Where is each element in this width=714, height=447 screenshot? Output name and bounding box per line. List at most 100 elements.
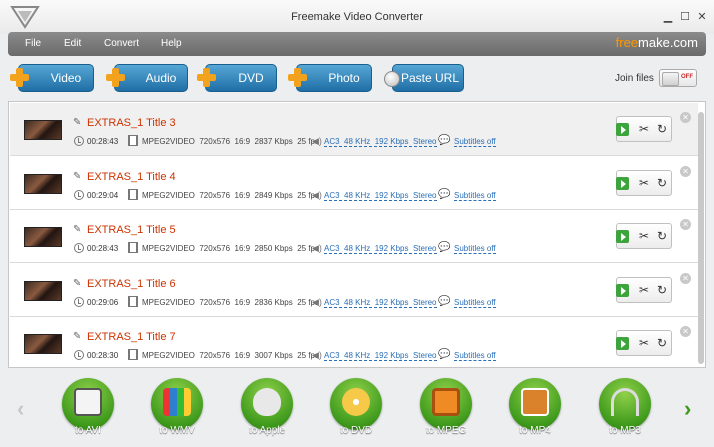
to-mpeg-button[interactable]: to MPEG xyxy=(416,378,476,442)
video-info: MPEG2VIDEO 720x576 16:9 3007 Kbps 25 fps xyxy=(142,351,319,360)
cut-scissors-icon[interactable]: ✂ xyxy=(639,122,649,136)
subtitles-link[interactable]: Subtitles off xyxy=(454,244,496,254)
rotate-icon[interactable]: ↻ xyxy=(657,229,667,243)
join-files-label: Join files xyxy=(615,73,654,84)
brand-link[interactable]: freemake.com xyxy=(616,35,698,50)
format-bar: ‹ to AVI to WMV to Apple to DVD to MPEG … xyxy=(0,372,714,447)
cut-scissors-icon[interactable]: ✂ xyxy=(639,283,649,297)
remove-file-icon[interactable]: ✕ xyxy=(680,326,691,337)
subtitles-link[interactable]: Subtitles off xyxy=(454,351,496,361)
menu-file[interactable]: File xyxy=(25,38,41,49)
subtitles-link[interactable]: Subtitles off xyxy=(454,137,496,147)
cut-scissors-icon[interactable]: ✂ xyxy=(639,336,649,350)
add-photo-button[interactable]: Photo xyxy=(296,64,372,92)
title-bar: Freemake Video Converter ▁ ☐ ✕ xyxy=(0,0,714,34)
subtitles-link[interactable]: Subtitles off xyxy=(454,191,496,201)
to-dvd-label: to DVD xyxy=(339,425,373,436)
remove-file-icon[interactable]: ✕ xyxy=(680,166,691,177)
to-avi-button[interactable]: to AVI xyxy=(58,378,118,442)
wmv-windows-icon xyxy=(163,388,191,416)
close-window-button[interactable]: ✕ xyxy=(696,10,708,23)
maximize-button[interactable]: ☐ xyxy=(679,10,691,23)
video-info: MPEG2VIDEO 720x576 16:9 2849 Kbps 25 fps xyxy=(142,191,319,200)
file-title[interactable]: EXTRAS_1 Title 5 xyxy=(87,224,176,236)
menu-edit[interactable]: Edit xyxy=(64,38,81,49)
to-mp4-label: to MP4 xyxy=(519,425,551,436)
cut-scissors-icon[interactable]: ✂ xyxy=(639,229,649,243)
video-info: MPEG2VIDEO 720x576 16:9 2837 Kbps 25 fps xyxy=(142,137,319,146)
mp3-headphones-icon xyxy=(611,388,639,416)
to-mp4-button[interactable]: to MP4 xyxy=(505,378,565,442)
file-title[interactable]: EXTRAS_1 Title 7 xyxy=(87,331,176,343)
menu-convert[interactable]: Convert xyxy=(104,38,139,49)
mpeg-tv-icon xyxy=(432,388,460,416)
rotate-icon[interactable]: ↻ xyxy=(657,176,667,190)
to-dvd-button[interactable]: to DVD xyxy=(326,378,386,442)
plus-icon xyxy=(10,68,29,87)
speaker-icon: ◀) xyxy=(312,190,322,200)
rotate-icon[interactable]: ↻ xyxy=(657,336,667,350)
rename-pencil-icon[interactable]: ✎ xyxy=(73,278,81,289)
cut-scissors-icon[interactable]: ✂ xyxy=(639,176,649,190)
rename-pencil-icon[interactable]: ✎ xyxy=(73,171,81,182)
clock-icon xyxy=(74,350,84,360)
video-thumbnail xyxy=(24,281,62,301)
film-icon xyxy=(128,349,138,360)
remove-file-icon[interactable]: ✕ xyxy=(680,112,691,123)
rename-pencil-icon[interactable]: ✎ xyxy=(73,331,81,342)
file-row[interactable]: ✎ EXTRAS_1 Title 6 00:29:06 MPEG2VIDEO 7… xyxy=(10,264,698,317)
file-title[interactable]: EXTRAS_1 Title 6 xyxy=(87,278,176,290)
avi-film-icon xyxy=(74,388,102,416)
add-video-button[interactable]: Video xyxy=(18,64,94,92)
next-formats-arrow-icon[interactable]: › xyxy=(684,396,691,422)
remove-file-icon[interactable]: ✕ xyxy=(680,219,691,230)
menu-help[interactable]: Help xyxy=(161,38,182,49)
join-files-toggle[interactable]: OFF xyxy=(659,69,697,87)
play-icon[interactable] xyxy=(616,284,629,297)
to-mp3-button[interactable]: to MP3 xyxy=(595,378,655,442)
rename-pencil-icon[interactable]: ✎ xyxy=(73,117,81,128)
to-apple-button[interactable]: to Apple xyxy=(237,378,297,442)
play-icon[interactable] xyxy=(616,337,629,350)
subtitles-link[interactable]: Subtitles off xyxy=(454,298,496,308)
audio-info-link[interactable]: AC3 48 KHz 192 Kbps Stereo xyxy=(324,191,437,201)
audio-info-link[interactable]: AC3 48 KHz 192 Kbps Stereo xyxy=(324,244,437,254)
audio-info-link[interactable]: AC3 48 KHz 192 Kbps Stereo xyxy=(324,137,437,147)
video-thumbnail xyxy=(24,120,62,140)
file-title[interactable]: EXTRAS_1 Title 4 xyxy=(87,171,176,183)
list-scrollbar[interactable] xyxy=(698,104,704,366)
subtitle-bubble-icon: 💬 xyxy=(438,349,451,360)
file-row[interactable]: ✎ EXTRAS_1 Title 7 00:28:30 MPEG2VIDEO 7… xyxy=(10,317,698,367)
play-icon[interactable] xyxy=(616,177,629,190)
audio-info-link[interactable]: AC3 48 KHz 192 Kbps Stereo xyxy=(324,298,437,308)
to-mp3-label: to MP3 xyxy=(609,425,641,436)
rotate-icon[interactable]: ↻ xyxy=(657,122,667,136)
play-icon[interactable] xyxy=(616,123,629,136)
rename-pencil-icon[interactable]: ✎ xyxy=(73,224,81,235)
minimize-button[interactable]: ▁ xyxy=(662,10,674,23)
join-toggle-state: OFF xyxy=(681,74,693,80)
file-title[interactable]: EXTRAS_1 Title 3 xyxy=(87,117,176,129)
subtitle-bubble-icon: 💬 xyxy=(438,242,451,253)
add-audio-button[interactable]: Audio xyxy=(114,64,188,92)
file-duration: 00:28:43 xyxy=(87,244,119,253)
speaker-icon: ◀) xyxy=(312,297,322,307)
file-row[interactable]: ✎ EXTRAS_1 Title 5 00:28:43 MPEG2VIDEO 7… xyxy=(10,210,698,263)
file-row[interactable]: ✎ EXTRAS_1 Title 4 00:29:04 MPEG2VIDEO 7… xyxy=(10,157,698,210)
video-thumbnail xyxy=(24,227,62,247)
plus-icon xyxy=(288,68,307,87)
paste-url-button[interactable]: Paste URL xyxy=(392,64,464,92)
edit-controls: ✂ ↻ xyxy=(616,223,672,249)
edit-controls: ✂ ↻ xyxy=(616,330,672,356)
speaker-icon: ◀) xyxy=(312,243,322,253)
remove-file-icon[interactable]: ✕ xyxy=(680,273,691,284)
audio-info-link[interactable]: AC3 48 KHz 192 Kbps Stereo xyxy=(324,351,437,361)
to-wmv-button[interactable]: to WMV xyxy=(147,378,207,442)
file-row[interactable]: ✎ EXTRAS_1 Title 3 00:28:43 MPEG2VIDEO 7… xyxy=(10,103,698,156)
to-avi-label: to AVI xyxy=(75,425,101,436)
prev-formats-arrow-icon[interactable]: ‹ xyxy=(17,396,24,422)
play-icon[interactable] xyxy=(616,230,629,243)
clock-icon xyxy=(74,190,84,200)
clock-icon xyxy=(74,243,84,253)
rotate-icon[interactable]: ↻ xyxy=(657,283,667,297)
